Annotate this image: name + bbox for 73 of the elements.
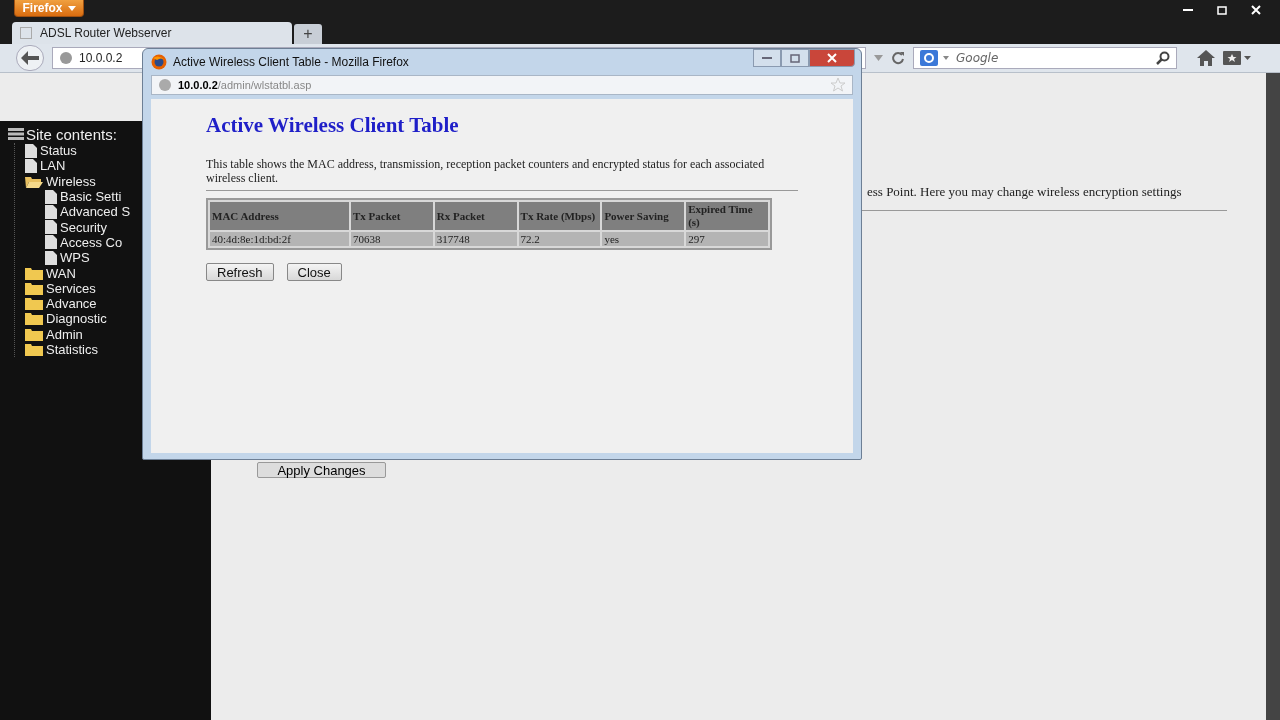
page-icon xyxy=(45,235,57,250)
table-cell: 72.2 xyxy=(518,232,601,246)
back-button[interactable] xyxy=(16,45,44,71)
close-icon xyxy=(827,53,837,63)
dialog-button[interactable]: Close xyxy=(286,263,342,281)
table-cell: yes xyxy=(602,232,685,246)
browser-tab[interactable]: ADSL Router Webserver xyxy=(12,22,292,44)
table-cell: 70638 xyxy=(351,232,433,246)
page-icon xyxy=(25,143,37,158)
apply-changes-button[interactable]: Apply Changes xyxy=(257,462,386,478)
column-header: Tx Rate (Mbps) xyxy=(518,202,601,230)
tree-root-icon xyxy=(8,128,24,140)
tree-item[interactable]: Advanced S xyxy=(45,204,131,220)
minimize-icon xyxy=(1183,8,1193,12)
tree-item[interactable]: Security xyxy=(45,219,107,235)
search-icon[interactable] xyxy=(1156,51,1170,65)
maximize-icon xyxy=(790,53,800,63)
tree-item[interactable]: Services xyxy=(25,280,96,296)
globe-icon xyxy=(59,51,73,65)
search-field[interactable]: Google xyxy=(954,50,1151,66)
search-field[interactable]: Google xyxy=(913,47,1177,69)
folder-icon xyxy=(25,312,43,326)
star-icon[interactable] xyxy=(830,77,846,93)
back-arrow-icon xyxy=(21,51,39,65)
page-icon xyxy=(45,204,57,219)
globe-icon xyxy=(158,78,172,92)
tree-item[interactable]: WAN xyxy=(25,265,76,281)
caret-icon xyxy=(943,56,949,60)
tree-item[interactable]: Diagnostic xyxy=(25,311,107,327)
column-header: Expired Time (s) xyxy=(686,202,768,230)
page-icon xyxy=(45,220,57,235)
tree-item[interactable]: Status xyxy=(25,143,77,159)
page-icon xyxy=(20,27,32,39)
reload-icon[interactable] xyxy=(891,51,905,65)
maximize-icon xyxy=(1217,5,1227,15)
popup-title: Active Wireless Client Table - Mozilla Firefox xyxy=(173,55,409,69)
folder-icon xyxy=(25,266,43,280)
page-icon xyxy=(45,250,57,265)
tree-item[interactable]: Admin xyxy=(25,326,83,342)
folder-icon xyxy=(25,297,43,311)
folder-icon xyxy=(25,343,43,356)
table-cell: 317748 xyxy=(434,232,517,246)
home-icon[interactable] xyxy=(1197,50,1215,66)
close-icon xyxy=(1251,5,1261,15)
table-cell: 40:4d:8e:1d:bd:2f xyxy=(210,232,350,246)
column-header: MAC Address xyxy=(210,202,350,230)
sidebar-title: Site contents: xyxy=(26,125,117,143)
tree-item[interactable]: LAN xyxy=(25,158,66,174)
open-folder-icon xyxy=(25,174,43,188)
new-tab-button[interactable]: + xyxy=(294,24,322,44)
caret-icon xyxy=(67,5,76,11)
tree-item[interactable]: Basic Setti xyxy=(45,189,122,205)
minimize-icon xyxy=(762,56,772,60)
bookmarks-icon[interactable] xyxy=(1223,51,1251,65)
column-header: Power Saving xyxy=(602,202,685,230)
folder-icon xyxy=(25,327,43,341)
page-description: ess Point. Here you may change wireless encryption settings xyxy=(867,184,1182,199)
tree-item[interactable]: Statistics xyxy=(25,342,98,357)
tree-item[interactable]: Access Co xyxy=(45,234,123,250)
tree-item[interactable]: Advance xyxy=(25,296,97,312)
page-icon xyxy=(25,158,37,173)
search-engine-icon xyxy=(920,50,938,66)
folder-icon xyxy=(25,281,43,295)
tree-item[interactable]: Wireless xyxy=(25,173,96,189)
dialog-button[interactable]: Refresh xyxy=(206,263,274,281)
table-cell: 297 xyxy=(686,232,768,246)
table-description: This table shows the MAC address, transmission, reception packet counters and encrypted status for each associated wireless client. xyxy=(206,157,766,185)
page-heading: Active Wireless Client Table xyxy=(206,113,460,138)
column-header: Rx Packet xyxy=(434,202,517,230)
tree-item[interactable]: WPS xyxy=(45,250,90,266)
page-icon xyxy=(45,189,57,204)
popup-address-field: 10.0.0.2/admin/wlstatbl.asp xyxy=(151,75,853,95)
column-header: Tx Packet xyxy=(351,202,433,230)
